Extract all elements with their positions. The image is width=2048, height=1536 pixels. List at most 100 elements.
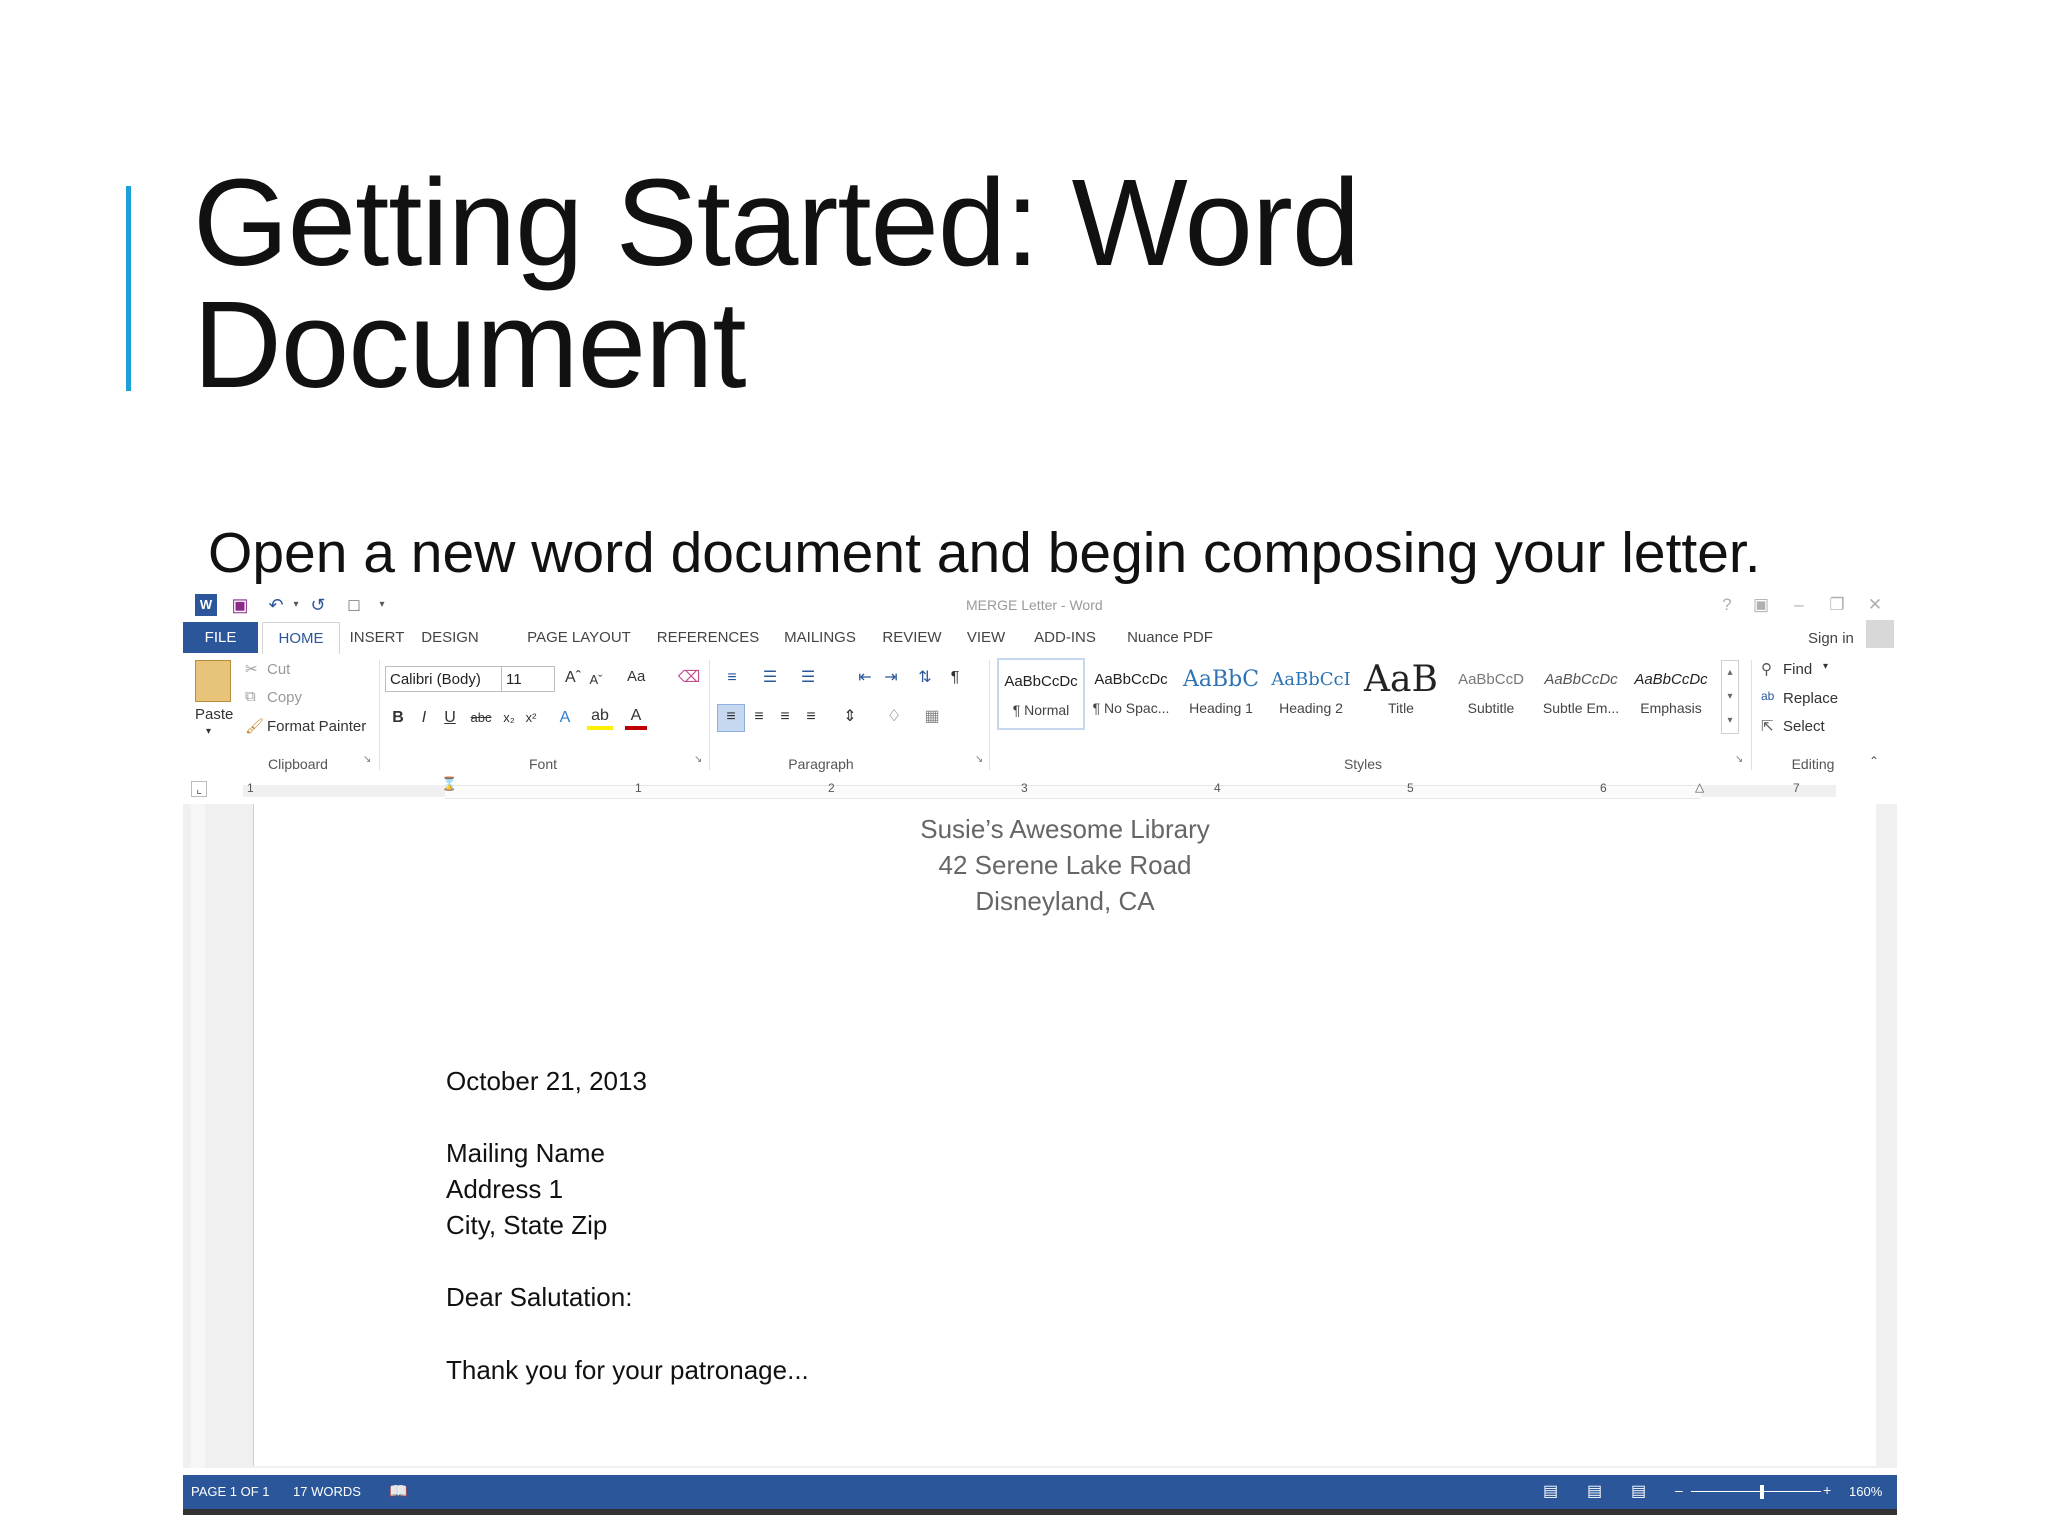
clear-formatting-icon[interactable]: ⌫ bbox=[677, 666, 701, 690]
paste-dropdown-icon[interactable]: ▾ bbox=[206, 726, 211, 737]
zoom-out-icon[interactable]: – bbox=[1675, 1482, 1683, 1498]
close-icon[interactable]: ✕ bbox=[1861, 593, 1889, 617]
tab-nuance-pdf[interactable]: Nuance PDF bbox=[1120, 622, 1220, 653]
align-right-icon[interactable]: ≡ bbox=[773, 705, 797, 729]
copy-icon[interactable]: ⧉ bbox=[245, 688, 256, 705]
print-layout-icon[interactable]: ▤ bbox=[1587, 1481, 1602, 1501]
web-layout-icon[interactable]: ▤ bbox=[1631, 1481, 1646, 1501]
read-mode-icon[interactable]: ▤ bbox=[1543, 1481, 1558, 1501]
align-center-icon[interactable]: ≡ bbox=[747, 705, 771, 729]
document-page[interactable]: Susie’s Awesome Library 42 Serene Lake R… bbox=[253, 804, 1876, 1466]
style-title[interactable]: AaB Title bbox=[1357, 658, 1445, 730]
font-color-icon[interactable]: A bbox=[625, 706, 647, 730]
style-subtle-emphasis[interactable]: AaBbCcDc Subtle Em... bbox=[1537, 658, 1625, 730]
shrink-font-icon[interactable]: Aˇ bbox=[585, 668, 607, 692]
multilevel-list-icon[interactable]: ☰ bbox=[793, 666, 823, 690]
find-button[interactable]: Find bbox=[1783, 661, 1812, 678]
clipboard-launcher-icon[interactable]: ↘ bbox=[363, 754, 371, 765]
style-subtitle[interactable]: AaBbCcD Subtitle bbox=[1447, 658, 1535, 730]
grow-font-icon[interactable]: Aˆ bbox=[561, 666, 585, 690]
font-launcher-icon[interactable]: ↘ bbox=[694, 754, 702, 765]
ruler-number: 6 bbox=[1600, 781, 1607, 795]
subscript-icon[interactable]: x₂ bbox=[499, 706, 519, 730]
tab-references[interactable]: REFERENCES bbox=[653, 622, 763, 653]
line-spacing-icon[interactable]: ⇕ bbox=[835, 705, 865, 729]
zoom-in-icon[interactable]: + bbox=[1823, 1482, 1831, 1498]
show-formatting-icon[interactable]: ¶ bbox=[943, 666, 967, 690]
paste-button[interactable]: Paste bbox=[195, 706, 233, 723]
save-icon[interactable]: ▣ bbox=[229, 594, 251, 616]
strikethrough-icon[interactable]: abc bbox=[467, 706, 495, 730]
zoom-slider-thumb[interactable] bbox=[1760, 1485, 1764, 1499]
tab-insert[interactable]: INSERT bbox=[343, 622, 411, 653]
cut-icon[interactable]: ✂ bbox=[245, 660, 258, 678]
collapse-ribbon-icon[interactable]: ⌃ bbox=[1869, 754, 1879, 768]
select-button[interactable]: Select bbox=[1783, 718, 1825, 735]
customize-qat-icon[interactable]: ▾ bbox=[371, 594, 393, 616]
sign-in-link[interactable]: Sign in bbox=[1808, 630, 1854, 647]
shading-icon[interactable]: ♢ bbox=[879, 705, 909, 729]
format-painter-button[interactable]: Format Painter bbox=[267, 718, 366, 735]
styles-launcher-icon[interactable]: ↘ bbox=[1735, 754, 1743, 765]
bold-icon[interactable]: B bbox=[387, 706, 409, 730]
bullets-icon[interactable]: ≡ bbox=[717, 666, 747, 690]
paragraph-launcher-icon[interactable]: ↘ bbox=[975, 754, 983, 765]
font-name-select[interactable]: Calibri (Body) bbox=[385, 666, 503, 692]
indent-marker-icon[interactable]: ⌛ bbox=[441, 776, 457, 792]
tab-add-ins[interactable]: ADD-INS bbox=[1025, 622, 1105, 653]
replace-icon[interactable]: ab bbox=[1761, 689, 1774, 703]
tab-page-layout[interactable]: PAGE LAYOUT bbox=[523, 622, 635, 653]
tab-design[interactable]: DESIGN bbox=[415, 622, 485, 653]
format-painter-icon[interactable]: 🖌 bbox=[245, 717, 264, 735]
tab-mailings[interactable]: MAILINGS bbox=[777, 622, 863, 653]
style-no-spacing[interactable]: AaBbCcDc ¶ No Spac... bbox=[1087, 658, 1175, 730]
tab-view[interactable]: VIEW bbox=[961, 622, 1011, 653]
find-icon[interactable]: ⚲ bbox=[1761, 660, 1772, 678]
font-size-select[interactable]: 11 bbox=[501, 666, 555, 692]
italic-icon[interactable]: I bbox=[413, 706, 435, 730]
zoom-slider[interactable] bbox=[1691, 1491, 1821, 1492]
ribbon-display-icon[interactable]: ▣ bbox=[1747, 593, 1775, 617]
restore-icon[interactable]: ❐ bbox=[1823, 593, 1851, 617]
style-name: Title bbox=[1388, 700, 1414, 716]
styles-scroll-icon[interactable]: ▴ ▾ ▾ bbox=[1721, 660, 1739, 734]
justify-icon[interactable]: ≡ bbox=[799, 705, 823, 729]
undo-icon[interactable]: ↶ bbox=[265, 594, 287, 616]
align-left-icon[interactable]: ≡ bbox=[717, 704, 745, 732]
style-heading-1[interactable]: AaBbC Heading 1 bbox=[1177, 658, 1265, 730]
minimize-icon[interactable]: – bbox=[1785, 593, 1813, 617]
word-count[interactable]: 17 WORDS bbox=[293, 1484, 361, 1499]
underline-icon[interactable]: U bbox=[439, 706, 461, 730]
style-heading-2[interactable]: AaBbCcI Heading 2 bbox=[1267, 658, 1355, 730]
cut-button[interactable]: Cut bbox=[267, 661, 290, 678]
page-count[interactable]: PAGE 1 OF 1 bbox=[191, 1484, 270, 1499]
sort-icon[interactable]: ⇅ bbox=[913, 666, 937, 690]
help-icon[interactable]: ? bbox=[1713, 593, 1741, 617]
increase-indent-icon[interactable]: ⇥ bbox=[879, 666, 903, 690]
new-document-icon[interactable]: □ bbox=[343, 594, 365, 616]
change-case-button[interactable]: Aa bbox=[627, 668, 645, 685]
right-indent-marker-icon[interactable]: △ bbox=[1695, 780, 1704, 794]
style-emphasis[interactable]: AaBbCcDc Emphasis bbox=[1627, 658, 1715, 730]
redo-icon[interactable]: ↺ bbox=[307, 594, 329, 616]
tab-home[interactable]: HOME bbox=[262, 622, 340, 655]
decrease-indent-icon[interactable]: ⇤ bbox=[853, 666, 877, 690]
borders-icon[interactable]: ▦ bbox=[915, 705, 949, 729]
tab-selector-icon[interactable]: ⌞ bbox=[191, 781, 207, 797]
avatar[interactable] bbox=[1866, 620, 1894, 648]
paste-icon[interactable] bbox=[195, 660, 231, 702]
tab-review[interactable]: REVIEW bbox=[877, 622, 947, 653]
numbering-icon[interactable]: ☰ bbox=[755, 666, 785, 690]
text-effects-icon[interactable]: A bbox=[553, 706, 577, 730]
copy-button[interactable]: Copy bbox=[267, 689, 302, 706]
style-normal[interactable]: AaBbCcDc ¶ Normal bbox=[997, 658, 1085, 730]
proofing-icon[interactable]: 📖 bbox=[389, 1482, 408, 1500]
highlight-color-icon[interactable]: ab bbox=[587, 706, 613, 730]
zoom-level[interactable]: 160% bbox=[1849, 1484, 1882, 1499]
undo-dropdown-icon[interactable]: ▾ bbox=[285, 594, 307, 616]
replace-button[interactable]: Replace bbox=[1783, 690, 1838, 707]
superscript-icon[interactable]: x² bbox=[521, 706, 541, 730]
tab-file[interactable]: FILE bbox=[183, 622, 258, 653]
select-icon[interactable]: ⇱ bbox=[1761, 717, 1774, 735]
find-dropdown-icon[interactable]: ▾ bbox=[1823, 661, 1828, 672]
